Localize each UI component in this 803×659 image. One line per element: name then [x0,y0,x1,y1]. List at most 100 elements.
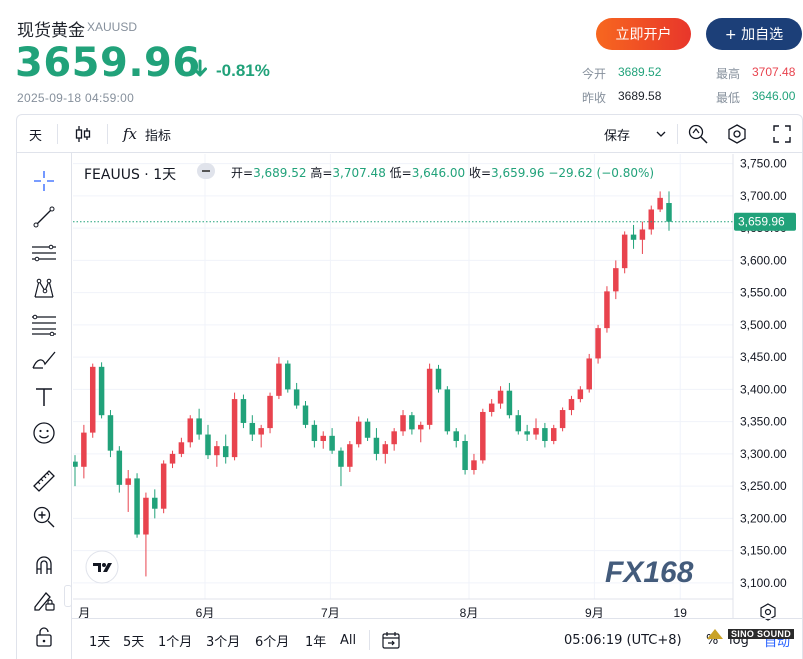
chart-widget: 天 fx 指标 保存 3,750.00 3,700.00 3,600.00 3,… [16,114,803,659]
crosshair-icon[interactable] [30,167,58,195]
drawing-toolbar [17,153,72,659]
legend-ohlc: 开=3,689.52 高=3,707.48 低=3,646.00 收=3,659… [231,164,654,181]
candle-body [73,461,78,467]
chevron-down-icon[interactable] [656,115,666,153]
candle-body [160,463,167,509]
low-label: 最低 [716,91,741,105]
candle-body [205,434,211,456]
x-tick-label: 7月 [321,606,340,618]
range-3m[interactable]: 3个月 [206,619,240,659]
ruler-icon[interactable] [30,467,58,495]
fullscreen-icon[interactable] [773,115,791,153]
goto-date-icon[interactable] [381,619,401,659]
x-tick-label: 6月 [196,606,215,618]
settings-icon[interactable] [726,115,748,153]
trend-line-icon[interactable] [30,203,58,231]
candle-body [276,363,282,396]
price-chart[interactable]: 3,750.003,700.003,650.003,600.003,550.00… [73,154,803,618]
lock-icon[interactable] [30,623,58,651]
toolbar-divider [677,124,678,144]
zoom-in-icon[interactable] [30,503,58,531]
clock[interactable]: 05:06:19 (UTC+8) [564,619,682,659]
candle-body [152,497,158,509]
candle-body [391,431,397,445]
candle-body [462,440,468,471]
y-tick-label: 3,600.00 [740,253,787,267]
candle-body [338,450,344,467]
magnet-icon[interactable] [30,551,58,579]
sino-sound-watermark: SINO SOUND [706,627,795,641]
range-divider [369,630,370,650]
candle-body [293,389,300,406]
candle-body [169,453,176,464]
x-tick-label: 9月 [585,606,604,618]
candle-body [604,291,610,329]
fx168-watermark: FX168 [605,556,694,589]
parallel-lines-icon[interactable] [30,239,58,267]
range-all[interactable]: All [340,619,356,659]
candles-icon[interactable] [75,115,91,153]
candle-body [116,450,123,485]
candle-body [409,415,415,430]
candle-body [400,415,406,432]
candle-body [497,390,504,404]
save-button[interactable]: 保存 [604,115,630,153]
candle-body [214,446,220,456]
collapse-toolbar-handle[interactable] [64,585,72,607]
legend-collapse-button[interactable] [197,163,215,179]
range-1m[interactable]: 1个月 [158,619,192,659]
candle-body [444,389,451,432]
candle-body [595,328,601,359]
emoji-icon[interactable] [30,419,58,447]
chart-legend: FEAUUS · 1天 [84,164,176,184]
open-account-button[interactable]: 立即开户 [596,18,691,50]
legend-symbol[interactable]: FEAUUS · 1天 [84,167,176,183]
search-zoom-icon[interactable] [687,115,709,153]
range-5d[interactable]: 5天 [123,619,144,659]
candle-body [98,366,105,416]
candle-body [524,431,530,435]
add-watchlist-button[interactable]: + 加自选 [706,18,802,50]
fx-icon: fx [123,125,138,143]
tradingview-logo[interactable] [85,550,119,584]
lock-pencil-icon[interactable] [30,587,58,615]
indicators-button[interactable]: fx 指标 [123,115,171,153]
candle-body [480,411,486,461]
range-1d[interactable]: 1天 [89,619,110,659]
y-tick-label: 3,700.00 [740,189,787,203]
candle-body [285,363,291,390]
candle-body [648,209,655,230]
range-6m[interactable]: 6个月 [255,619,289,659]
y-tick-label: 3,300.00 [740,447,787,461]
fib-icon[interactable] [30,311,58,339]
candle-body [426,368,433,425]
candle-body [506,390,513,416]
fx168-watermark-text: FX168 [605,556,694,589]
instrument-code: XAUUSD [87,20,138,34]
y-tick-label: 3,500.00 [740,318,787,332]
open-value: 3689.52 [618,65,662,79]
candle-body [613,268,619,292]
text-icon[interactable] [30,383,58,411]
legend-open-value: 3,689.52 [253,166,307,180]
candle-body [453,431,459,441]
candle-body [196,418,202,435]
candle-body [488,403,495,412]
sino-sound-text: SINO SOUND [728,629,795,639]
legend-open-label: 开= [231,166,254,180]
prev-close-label: 昨收 [582,91,607,105]
candle-body [311,424,318,441]
candle-body [143,497,149,535]
brush-icon[interactable] [30,347,58,375]
interval-selector[interactable]: 天 [29,115,42,153]
candle-body [89,366,96,433]
candle-body [657,197,663,210]
toolbar-divider [107,124,108,144]
legend-low-label: 低= [389,166,412,180]
candle-body [329,435,335,451]
range-1y[interactable]: 1年 [305,619,326,659]
candle-body [178,442,185,454]
candle-body [639,229,646,240]
candle-body [542,428,548,441]
pattern-icon[interactable] [30,275,58,303]
